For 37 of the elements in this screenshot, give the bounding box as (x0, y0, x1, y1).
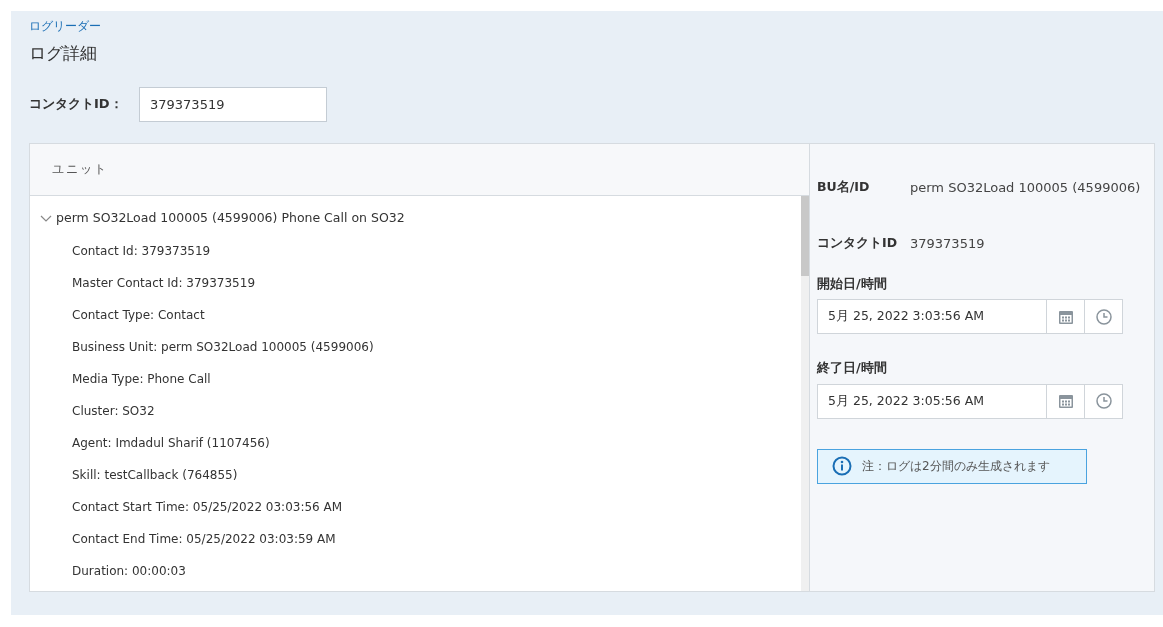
tree-node[interactable]: perm SO32Load 100005 (4599006) Phone Call on SO32 (56, 209, 405, 228)
calendar-button[interactable] (1047, 383, 1085, 419)
tree-leaf: Contact Id: 379373519 (72, 242, 211, 260)
field-value: 379373519 (910, 234, 985, 253)
page-title: ログ詳細 (29, 42, 98, 65)
calendar-icon (1057, 308, 1074, 325)
tree-leaf: Contact Type: Contact (72, 306, 205, 324)
tree-leaf: Duration: 00:00:03 (72, 562, 186, 580)
field-label: BU名/ID (817, 178, 871, 197)
tree-leaf: Contact Start Time: 05/25/2022 03:03:56 AM (72, 498, 343, 516)
chevron-down-icon[interactable] (40, 214, 52, 223)
tree-leaf: Master Contact Id: 379373519 (72, 274, 256, 292)
note-text: 注：ログは2分間のみ生成されます (862, 458, 1050, 475)
tree-leaf: Contact End Time: 05/25/2022 03:03:59 AM (72, 530, 336, 548)
clock-button[interactable] (1085, 383, 1123, 419)
unit-column-header: ユニット (52, 161, 108, 178)
tree-leaf: Agent: Imdadul Sharif (1107456) (72, 434, 270, 452)
datetime-field[interactable]: 5月 25, 2022 3:03:56 AM (817, 299, 1047, 334)
breadcrumb-link[interactable]: ログリーダー (29, 17, 101, 35)
clock-icon (1095, 393, 1112, 409)
contact-id-label: コンタクトID： (29, 95, 124, 114)
field-value: perm SO32Load 100005 (4599006) (910, 178, 1141, 197)
tree-leaf: Skill: testCallback (764855) (72, 466, 238, 484)
info-icon (832, 456, 852, 476)
datetime-label: 終了日/時間 (817, 359, 887, 377)
datetime-label: 開始日/時間 (817, 274, 887, 293)
tree-leaf: Business Unit: perm SO32Load 100005 (4599006) (72, 338, 374, 356)
clock-button[interactable] (1085, 299, 1123, 334)
scrollbar-thumb[interactable] (801, 195, 809, 276)
calendar-icon (1057, 393, 1074, 409)
contact-id-field[interactable]: 379373519 (139, 86, 327, 122)
field-label: コンタクトID (817, 234, 899, 253)
clock-icon (1095, 308, 1112, 325)
calendar-button[interactable] (1047, 299, 1085, 334)
tree-leaf: Cluster: SO32 (72, 402, 155, 420)
datetime-field[interactable]: 5月 25, 2022 3:05:56 AM (817, 383, 1047, 419)
tree-leaf: Media Type: Phone Call (72, 370, 211, 388)
